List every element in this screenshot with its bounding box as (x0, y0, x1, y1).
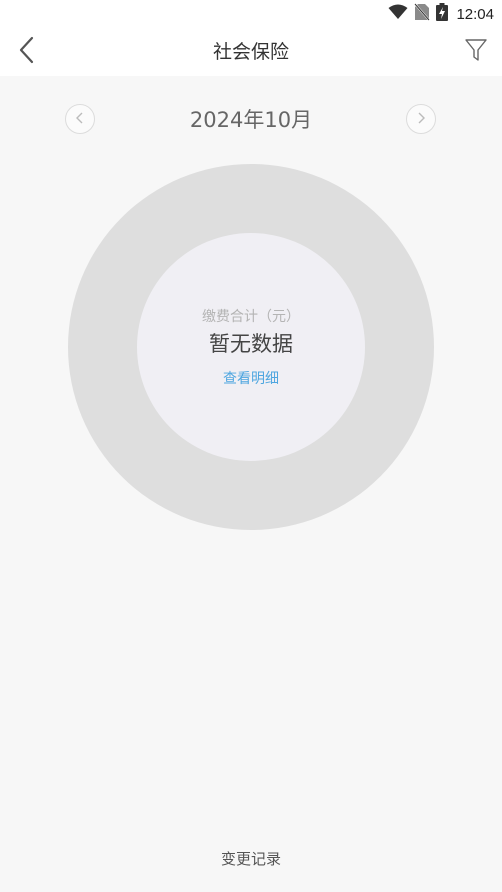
filter-button[interactable] (462, 38, 490, 66)
month-selector: 2024年10月 (0, 96, 502, 144)
view-details-link[interactable]: 查看明细 (200, 368, 302, 388)
status-icons: 12:04 (388, 3, 494, 25)
change-record-link[interactable]: 变更记录 (190, 848, 312, 869)
page-title: 社会保险 (212, 41, 289, 63)
no-data-text: 暂无数据 (209, 332, 293, 356)
nav-bar: 社会保险 (0, 28, 502, 76)
filter-funnel-icon (465, 38, 487, 66)
total-label: 缴费合计（元） (202, 309, 300, 325)
battery-charging-icon (436, 3, 449, 25)
wifi-icon (388, 4, 408, 24)
next-month-button[interactable] (406, 104, 436, 134)
chevron-right-circle-icon (415, 110, 427, 129)
status-bar: 12:04 (0, 0, 502, 28)
no-sim-icon (414, 3, 431, 25)
status-time: 12:04 (456, 5, 494, 23)
